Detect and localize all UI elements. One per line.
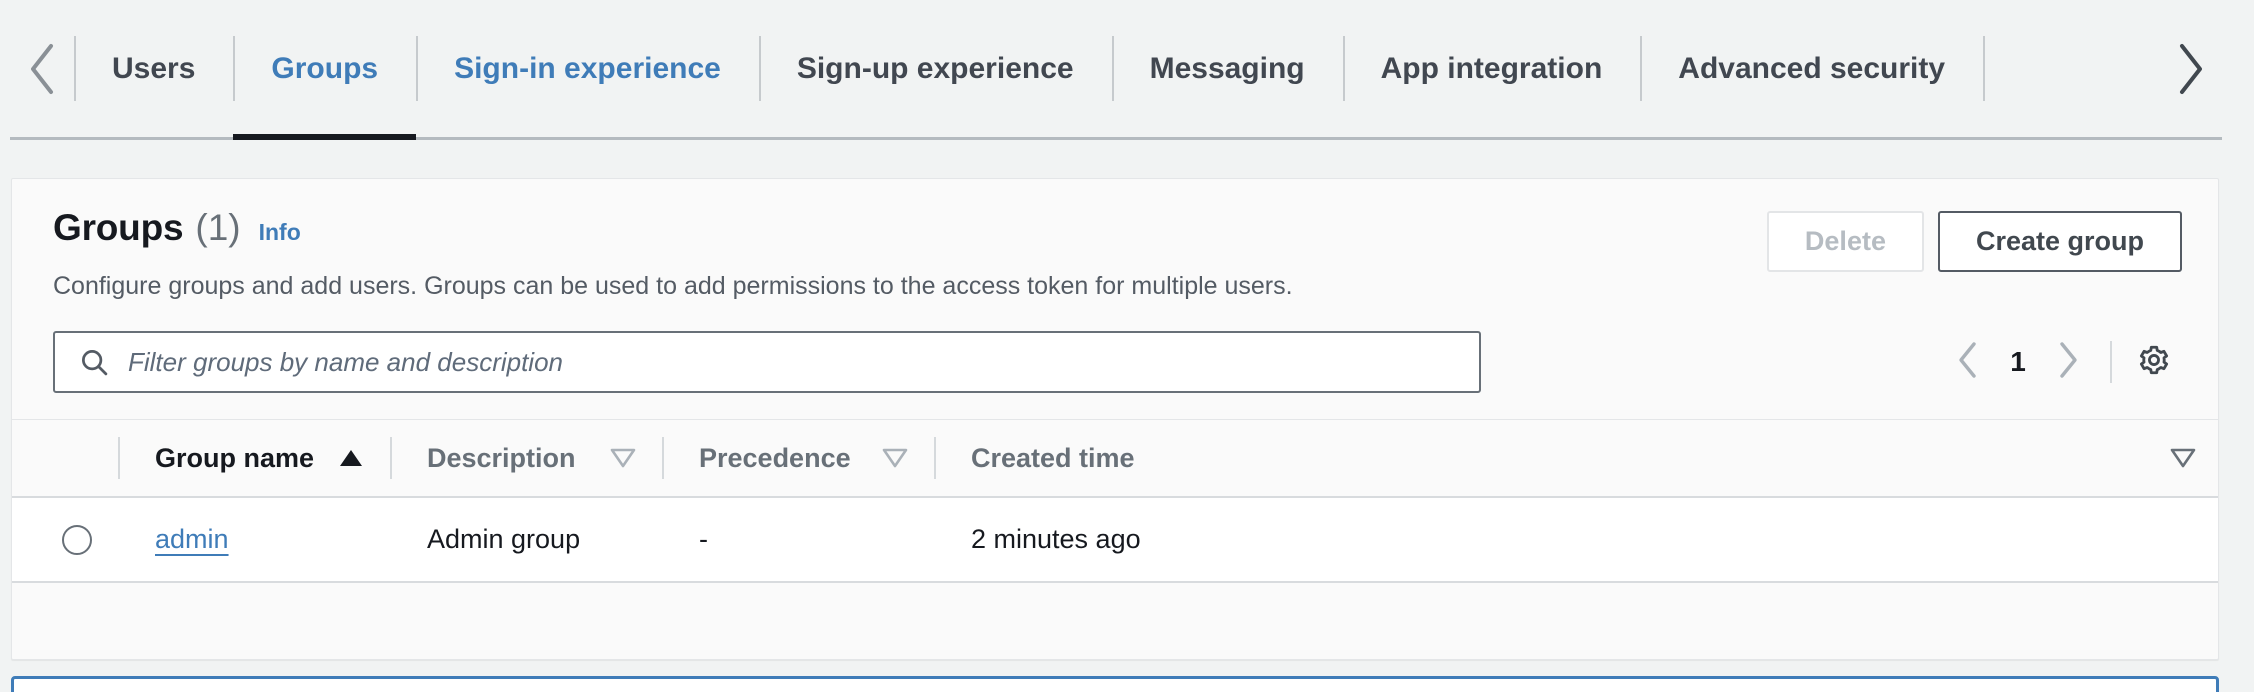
tab-label: Advanced security [1678,51,1946,85]
panel-title: Groups [53,207,184,248]
pagination-prev-button[interactable] [1940,331,1996,393]
search-icon [79,347,109,377]
sort-descending-icon [882,447,908,469]
pagination: 1 [1940,331,2182,393]
info-link[interactable]: Info [259,219,301,246]
tab-sign-up-experience[interactable]: Sign-up experience [758,0,1112,137]
tab-label: Messaging [1149,51,1305,85]
tab-label: Groups [271,51,379,85]
sort-descending-icon [610,447,636,469]
gear-icon [2137,343,2171,382]
delete-button[interactable]: Delete [1766,211,1924,272]
row-created-time-cell: 2 minutes ago [934,497,2218,583]
tabs-scroll-right-button[interactable] [2158,0,2222,137]
pagination-divider [2110,341,2112,383]
column-header-created-time[interactable]: Created time [934,419,2218,498]
groups-panel: Groups (1) Info Configure groups and add… [11,178,2219,660]
chevron-right-icon [2055,341,2081,384]
row-group-name-cell: admin [118,497,390,583]
tab-sign-in-experience[interactable]: Sign-in experience [416,0,759,137]
panel-header: Groups (1) Info Configure groups and add… [12,179,2218,301]
tab-app-integration[interactable]: App integration [1342,0,1641,137]
bottom-focused-panel[interactable] [11,676,2219,692]
tab-label: Users [112,51,196,85]
row-select-cell [12,497,118,583]
create-group-button[interactable]: Create group [1937,211,2182,272]
tab-label: Sign-in experience [454,51,721,85]
column-header-select [12,419,118,498]
tab-label: Sign-up experience [796,51,1074,85]
search-placeholder: Filter groups by name and description [128,346,564,377]
chevron-left-icon [25,42,59,96]
sort-ascending-icon [338,447,364,469]
row-radio-button[interactable] [62,524,92,555]
table-header: Group name Description Precedence Create… [12,419,2218,498]
tab-divider [1983,36,1986,101]
group-name-link[interactable]: admin [155,524,229,555]
tab-list: Users Groups Sign-in experience Sign-up … [74,0,2158,140]
row-description-cell: Admin group [390,497,662,583]
table-row[interactable]: admin Admin group - 2 minutes ago [12,497,2218,583]
tab-advanced-security[interactable]: Advanced security [1640,0,1983,137]
group-description-value: Admin group [427,524,581,554]
column-label: Created time [971,442,1135,473]
group-precedence-value: - [699,524,708,554]
panel-count: (1) [195,207,241,248]
filter-row: Filter groups by name and description 1 [53,331,2182,393]
pagination-page-1[interactable]: 1 [1996,346,2040,378]
table-header-row: Group name Description Precedence Create… [12,419,2218,498]
table-preferences-button[interactable] [2126,331,2182,393]
search-input[interactable]: Filter groups by name and description [53,331,1481,393]
tab-bar: Users Groups Sign-in experience Sign-up … [10,0,2222,140]
column-header-group-name[interactable]: Group name [118,419,390,498]
groups-table: Group name Description Precedence Create… [12,419,2218,583]
row-precedence-cell: - [662,497,934,583]
column-label: Precedence [699,442,851,473]
tab-groups[interactable]: Groups [233,0,417,140]
panel-actions: Delete Create group [1766,211,2182,272]
table-body: admin Admin group - 2 minutes ago [12,497,2218,583]
tab-users[interactable]: Users [74,0,233,137]
sort-descending-icon [2170,447,2196,469]
chevron-right-icon [2173,42,2207,96]
tab-label: App integration [1380,51,1603,85]
tab-underline [233,134,417,140]
group-created-time-value: 2 minutes ago [971,524,1141,554]
pagination-next-button[interactable] [2040,331,2096,393]
chevron-left-icon [1955,341,1981,384]
tab-messaging[interactable]: Messaging [1111,0,1343,137]
column-header-description[interactable]: Description [390,419,662,498]
column-label: Description [427,442,576,473]
column-header-precedence[interactable]: Precedence [662,419,934,498]
tabs-scroll-left-button[interactable] [10,0,74,137]
create-group-button-label: Create group [1975,226,2144,256]
cognito-groups-screen: Users Groups Sign-in experience Sign-up … [0,0,2254,692]
column-label: Group name [155,442,315,473]
delete-button-label: Delete [1804,226,1886,256]
panel-description: Configure groups and add users. Groups c… [53,272,1293,300]
